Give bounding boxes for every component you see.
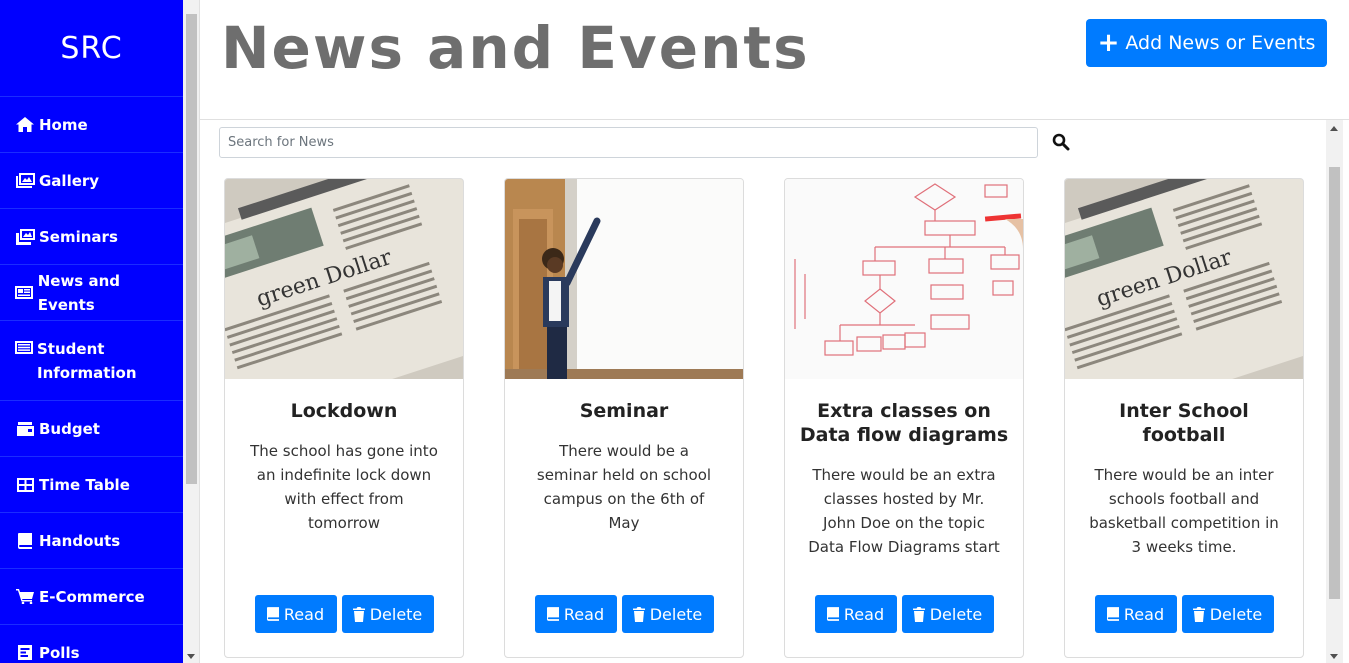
sidebar-item-budget[interactable]: Budget: [0, 401, 183, 457]
trash-icon: [632, 606, 645, 622]
read-button-label: Read: [563, 604, 605, 624]
read-button-label: Read: [1123, 604, 1165, 624]
read-button-label: Read: [843, 604, 885, 624]
home-icon: [15, 117, 35, 132]
book-icon: [546, 607, 559, 621]
add-news-button-label: Add News or Events: [1125, 32, 1316, 54]
book-icon: [826, 607, 839, 621]
card-text: There would be an extra classes hosted b…: [808, 466, 1000, 556]
card-text: The school has gone into an indefinite l…: [250, 442, 438, 532]
sidebar-item-label: Time Table: [39, 475, 130, 494]
search-input[interactable]: [219, 127, 1038, 158]
plus-icon: +: [1097, 28, 1120, 58]
wallet-icon: [15, 421, 35, 436]
sidebar-item-seminars[interactable]: Seminars: [0, 209, 183, 265]
trash-icon: [1192, 606, 1205, 622]
news-card: Extra classes on Data flow diagrams Ther…: [784, 178, 1024, 658]
card-text: There would be a seminar held on school …: [536, 442, 712, 532]
list-icon: [15, 341, 33, 354]
trash-icon: [352, 606, 365, 622]
images-icon: [15, 228, 35, 245]
sidebar-item-polls[interactable]: Polls: [0, 625, 183, 663]
news-card: green Dollar Inter School football There…: [1064, 178, 1304, 658]
search-icon: [1052, 133, 1070, 151]
scroll-up-arrow-icon[interactable]: [1330, 126, 1338, 131]
delete-button[interactable]: Delete: [901, 595, 994, 633]
poll-icon: [15, 645, 35, 660]
sidebar: SRC Home Gallery Seminars News and Event…: [0, 0, 183, 663]
card-image-presenter: [505, 179, 743, 379]
delete-button[interactable]: Delete: [621, 595, 714, 633]
sidebar-item-label: Polls: [39, 643, 80, 662]
table-icon: [15, 477, 35, 492]
sidebar-item-label: Seminars: [39, 227, 118, 246]
book-icon: [15, 532, 35, 549]
sidebar-scrollbar[interactable]: [183, 0, 200, 663]
main-scrollbar-thumb[interactable]: [1329, 167, 1340, 599]
card-title: Extra classes on Data flow diagrams: [799, 400, 1009, 446]
sidebar-item-label: Home: [39, 115, 88, 134]
delete-button[interactable]: Delete: [341, 595, 434, 633]
read-button[interactable]: Read: [814, 595, 897, 633]
delete-button-label: Delete: [929, 604, 983, 624]
delete-button-label: Delete: [1209, 604, 1263, 624]
read-button-label: Read: [283, 604, 325, 624]
scroll-down-arrow-icon[interactable]: [187, 654, 195, 659]
card-image-newspaper: green Dollar: [225, 179, 463, 379]
sidebar-item-label: Budget: [39, 419, 100, 438]
news-card: green Dollar Lockdown The school has gon…: [224, 178, 464, 658]
sidebar-scrollbar-thumb[interactable]: [186, 14, 197, 484]
add-news-button[interactable]: + Add News or Events: [1086, 19, 1327, 67]
sidebar-item-student-information[interactable]: Student Information: [0, 321, 183, 401]
page-title: News and Events: [221, 14, 810, 82]
card-text: There would be an inter schools football…: [1089, 466, 1279, 556]
read-button[interactable]: Read: [534, 595, 617, 633]
brand-logo[interactable]: SRC: [0, 0, 183, 97]
card-title: Lockdown: [290, 400, 398, 422]
sidebar-item-gallery[interactable]: Gallery: [0, 153, 183, 209]
card-title: Inter School football: [1119, 400, 1249, 446]
read-button[interactable]: Read: [1094, 595, 1177, 633]
delete-button-label: Delete: [369, 604, 423, 624]
cart-icon: [15, 589, 35, 604]
trash-icon: [912, 606, 925, 622]
delete-button-label: Delete: [649, 604, 703, 624]
search-button[interactable]: [1052, 133, 1072, 153]
read-button[interactable]: Read: [254, 595, 337, 633]
book-icon: [1106, 607, 1119, 621]
sidebar-item-time-table[interactable]: Time Table: [0, 457, 183, 513]
scroll-down-arrow-icon[interactable]: [1330, 654, 1338, 659]
sidebar-item-news-and-events[interactable]: News and Events: [0, 265, 183, 321]
sidebar-item-label: Handouts: [39, 531, 121, 550]
card-image-newspaper: green Dollar: [1065, 179, 1303, 379]
sidebar-item-label: News and Events: [37, 271, 120, 314]
newspaper-icon: [15, 286, 34, 299]
card-image-flowchart: [785, 179, 1023, 379]
book-icon: [266, 607, 279, 621]
sidebar-item-label: E-Commerce: [39, 587, 145, 606]
sidebar-item-label: Student Information: [37, 340, 137, 382]
main-scrollbar[interactable]: [1326, 120, 1343, 663]
page-header: News and Events + Add News or Events: [200, 0, 1349, 120]
news-card: Seminar There would be a seminar held on…: [504, 178, 744, 658]
delete-button[interactable]: Delete: [1181, 595, 1274, 633]
card-title: Seminar: [579, 400, 669, 422]
sidebar-item-e-commerce[interactable]: E-Commerce: [0, 569, 183, 625]
sidebar-item-handouts[interactable]: Handouts: [0, 513, 183, 569]
gallery-icon: [15, 173, 35, 188]
sidebar-item-label: Gallery: [39, 171, 100, 190]
sidebar-item-home[interactable]: Home: [0, 97, 183, 153]
